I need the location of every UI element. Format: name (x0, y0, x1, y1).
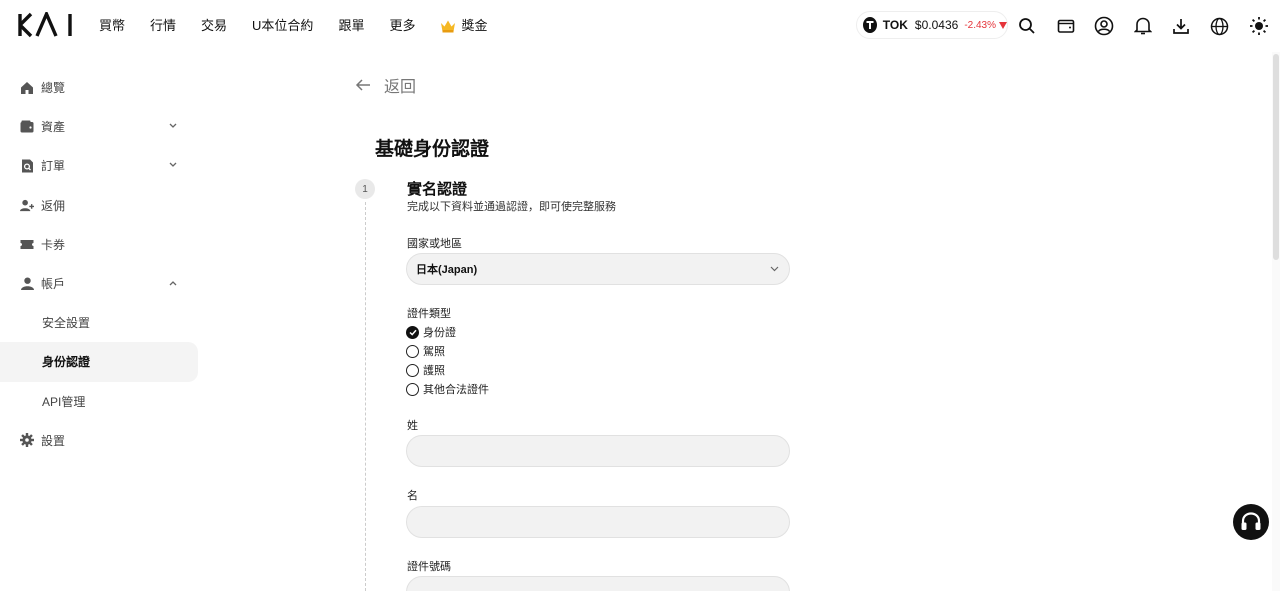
step-title: 實名認證 (407, 181, 468, 198)
ticket-icon (20, 237, 34, 251)
support-chat-button[interactable] (1233, 504, 1269, 540)
ticker-change: -2.43% (964, 19, 996, 31)
sidebar-item-settings[interactable]: 設置 (0, 421, 200, 460)
id-number-label: 證件號碼 (407, 561, 451, 573)
kai-logo[interactable] (18, 12, 74, 38)
referral-icon (20, 198, 34, 212)
sidebar-item-label: 卡券 (41, 237, 66, 252)
search-icon[interactable] (1016, 15, 1038, 37)
ticker-price: $0.0436 (914, 18, 959, 32)
nav-buy-crypto[interactable]: 買幣 (99, 17, 125, 35)
country-select[interactable]: 日本(Japan) (406, 253, 790, 285)
sidebar-subitem-api[interactable]: API管理 (0, 382, 200, 421)
radio-option-passport[interactable]: 護照 (406, 362, 445, 378)
nav-trade[interactable]: 交易 (201, 17, 227, 35)
nav-more[interactable]: 更多 (389, 17, 415, 35)
radio-label: 駕照 (423, 346, 445, 358)
nav-markets[interactable]: 行情 (150, 17, 176, 35)
wallet-icon (20, 120, 34, 134)
sidebar-item-label: 返佣 (41, 198, 66, 213)
user-icon[interactable] (1093, 15, 1115, 37)
doc-type-label: 證件類型 (407, 308, 451, 320)
radio-unchecked-icon (406, 363, 419, 377)
step-connector-line (365, 202, 366, 591)
sidebar-item-label: 總覽 (41, 81, 66, 96)
sidebar-item-overview[interactable]: 總覽 (0, 68, 200, 107)
country-value: 日本(Japan) (416, 264, 478, 276)
bell-icon[interactable] (1132, 15, 1154, 37)
back-label: 返回 (384, 79, 417, 96)
crown-icon (441, 20, 456, 33)
radio-label: 身份證 (423, 327, 456, 339)
top-header: 買幣 行情 交易 U本位合約 跟單 更多 獎金 TOK $0.0436 -2.4… (0, 0, 1280, 52)
sidebar-item-assets[interactable]: 資產 (0, 107, 200, 146)
nav-bonus[interactable]: 獎金 (440, 17, 512, 35)
page-title: 基礎身份認證 (375, 139, 490, 160)
chevron-down-icon (169, 162, 177, 168)
radio-unchecked-icon (406, 344, 419, 358)
first-name-label: 名 (407, 490, 418, 502)
radio-option-id-card[interactable]: 身份證 (406, 324, 456, 340)
sun-icon[interactable] (1248, 15, 1270, 37)
ticker-symbol: TOK (882, 18, 908, 32)
headset-icon (1241, 512, 1261, 530)
sidebar-item-label: 設置 (41, 433, 66, 448)
chevron-up-icon (169, 281, 177, 286)
first-name-input[interactable] (406, 506, 790, 538)
nav-bonus-label: 獎金 (461, 18, 488, 33)
arrow-left-icon (355, 79, 370, 91)
page-scrollbar[interactable] (1272, 52, 1280, 591)
scrollbar-thumb[interactable] (1273, 54, 1279, 260)
radio-option-other-id[interactable]: 其他合法證件 (406, 381, 489, 397)
back-link[interactable]: 返回 (355, 73, 416, 97)
home-icon (20, 81, 34, 95)
step-number-badge: 1 (355, 179, 375, 199)
sidebar-item-account[interactable]: 帳戶 (0, 264, 200, 303)
order-icon (20, 159, 34, 173)
price-ticker[interactable]: TOK $0.0436 -2.43% (856, 11, 1008, 39)
account-icon (20, 277, 34, 291)
id-number-input[interactable] (406, 576, 790, 591)
radio-option-drivers-license[interactable]: 駕照 (406, 343, 445, 359)
sidebar-subitem-security[interactable]: 安全設置 (0, 303, 200, 342)
download-icon[interactable] (1170, 15, 1192, 37)
nav-usdt-futures[interactable]: U本位合約 (252, 17, 313, 35)
header-icons (1016, 15, 1280, 37)
sidebar-item-label: 帳戶 (41, 277, 66, 292)
chevron-down-icon (169, 123, 177, 129)
radio-unchecked-icon (406, 382, 419, 396)
wallet-icon[interactable] (1055, 15, 1077, 37)
globe-icon[interactable] (1209, 15, 1231, 37)
sidebar-subitem-identity[interactable]: 身份認證 (0, 342, 198, 382)
radio-label: 其他合法證件 (423, 384, 489, 396)
radio-label: 護照 (423, 365, 445, 377)
last-name-label: 姓 (407, 420, 418, 432)
tok-coin-icon (863, 17, 877, 33)
gear-icon (20, 433, 34, 448)
country-label: 國家或地區 (407, 238, 462, 250)
last-name-input[interactable] (406, 435, 790, 467)
chevron-down-icon (770, 266, 779, 272)
sidebar-item-label: 訂單 (41, 159, 66, 174)
main-nav: 買幣 行情 交易 U本位合約 跟單 更多 獎金 (99, 17, 512, 35)
step-description: 完成以下資料並通過認證，即可使完整服務 (407, 201, 616, 213)
sidebar-item-referral[interactable]: 返佣 (0, 186, 200, 225)
sidebar-item-label: 資產 (41, 120, 66, 135)
radio-checked-icon (406, 325, 419, 339)
sidebar-item-orders[interactable]: 訂單 (0, 146, 200, 185)
nav-copy-trading[interactable]: 跟單 (338, 17, 364, 35)
down-arrow-icon (999, 21, 1007, 29)
sidebar: 總覽 資產 訂單 返佣 卡券 帳戶 安全設置 身份認證 API管理 設置 (0, 68, 200, 460)
sidebar-item-coupons[interactable]: 卡券 (0, 225, 200, 264)
